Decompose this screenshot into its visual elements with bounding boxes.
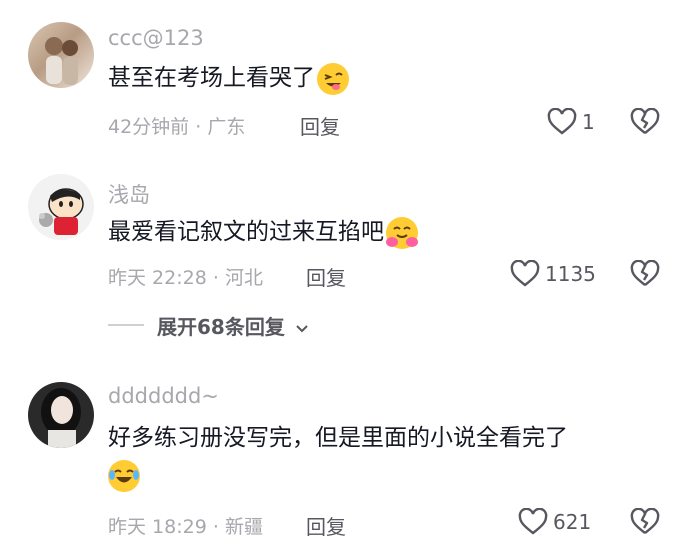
- dislike-button[interactable]: [630, 259, 660, 292]
- like-count: 1: [582, 110, 595, 134]
- comment-body: 甚至在考场上看哭了: [108, 65, 315, 91]
- comment-item: ccc@123 甚至在考场上看哭了 42分钟前 · 广东 回复 1: [0, 0, 690, 160]
- region: 广东: [207, 116, 246, 138]
- comment-item: 浅岛 最爱看记叙文的过来互掐吧 昨天 22:28 · 河北 回复 1135 展开…: [0, 160, 690, 350]
- comment-text: 最爱看记叙文的过来互掐吧: [108, 214, 648, 251]
- like-button[interactable]: 1135: [510, 260, 596, 288]
- hugging-face-emoji: [386, 216, 418, 249]
- comment-body: 最爱看记叙文的过来互掐吧: [108, 219, 384, 245]
- broken-heart-icon: [630, 507, 660, 534]
- comment-text: 好多练习册没写完，但是里面的小说全看完了: [108, 420, 648, 494]
- username[interactable]: 浅岛: [108, 179, 150, 209]
- region: 河北: [224, 267, 263, 289]
- reply-button[interactable]: 回复: [306, 511, 346, 540]
- comment-meta: 昨天 22:28 · 河北: [108, 263, 263, 290]
- laughing-tears-emoji: [108, 459, 140, 492]
- grinning-squint-tongue-emoji: [317, 62, 349, 95]
- heart-outline-icon: [518, 508, 548, 535]
- broken-heart-icon: [630, 107, 660, 134]
- avatar[interactable]: [28, 22, 94, 88]
- comment-meta: 昨天 18:29 · 新疆: [108, 512, 263, 539]
- username[interactable]: ddddddd~: [108, 384, 219, 408]
- avatar[interactable]: [28, 382, 94, 448]
- expand-replies-label: 展开68条回复: [157, 315, 285, 339]
- timestamp: 昨天 18:29: [108, 516, 207, 538]
- expand-replies-button[interactable]: 展开68条回复: [157, 311, 309, 340]
- heart-outline-icon: [547, 108, 577, 135]
- like-button[interactable]: 1: [547, 108, 595, 136]
- timestamp: 昨天 22:28: [108, 267, 207, 289]
- separator: ·: [195, 116, 202, 138]
- broken-heart-icon: [630, 259, 660, 286]
- separator: ·: [212, 516, 219, 538]
- region: 新疆: [224, 516, 263, 538]
- like-count: 621: [553, 510, 592, 534]
- divider: [108, 324, 144, 326]
- dislike-button[interactable]: [630, 507, 660, 540]
- comment-text: 甚至在考场上看哭了: [108, 60, 648, 97]
- separator: ·: [212, 267, 219, 289]
- like-count: 1135: [545, 262, 596, 286]
- comment-body: 好多练习册没写完，但是里面的小说全看完了: [108, 425, 568, 451]
- heart-outline-icon: [510, 260, 540, 287]
- reply-button[interactable]: 回复: [306, 262, 346, 291]
- like-button[interactable]: 621: [518, 508, 591, 536]
- comment-item: ddddddd~ 好多练习册没写完，但是里面的小说全看完了 昨天 18:29 ·…: [0, 360, 690, 553]
- dislike-button[interactable]: [630, 107, 660, 140]
- comment-meta: 42分钟前 · 广东: [108, 112, 245, 139]
- chevron-down-icon: [296, 325, 308, 333]
- avatar[interactable]: [28, 174, 94, 240]
- timestamp: 42分钟前: [108, 116, 190, 138]
- reply-button[interactable]: 回复: [300, 111, 340, 140]
- username[interactable]: ccc@123: [108, 26, 204, 50]
